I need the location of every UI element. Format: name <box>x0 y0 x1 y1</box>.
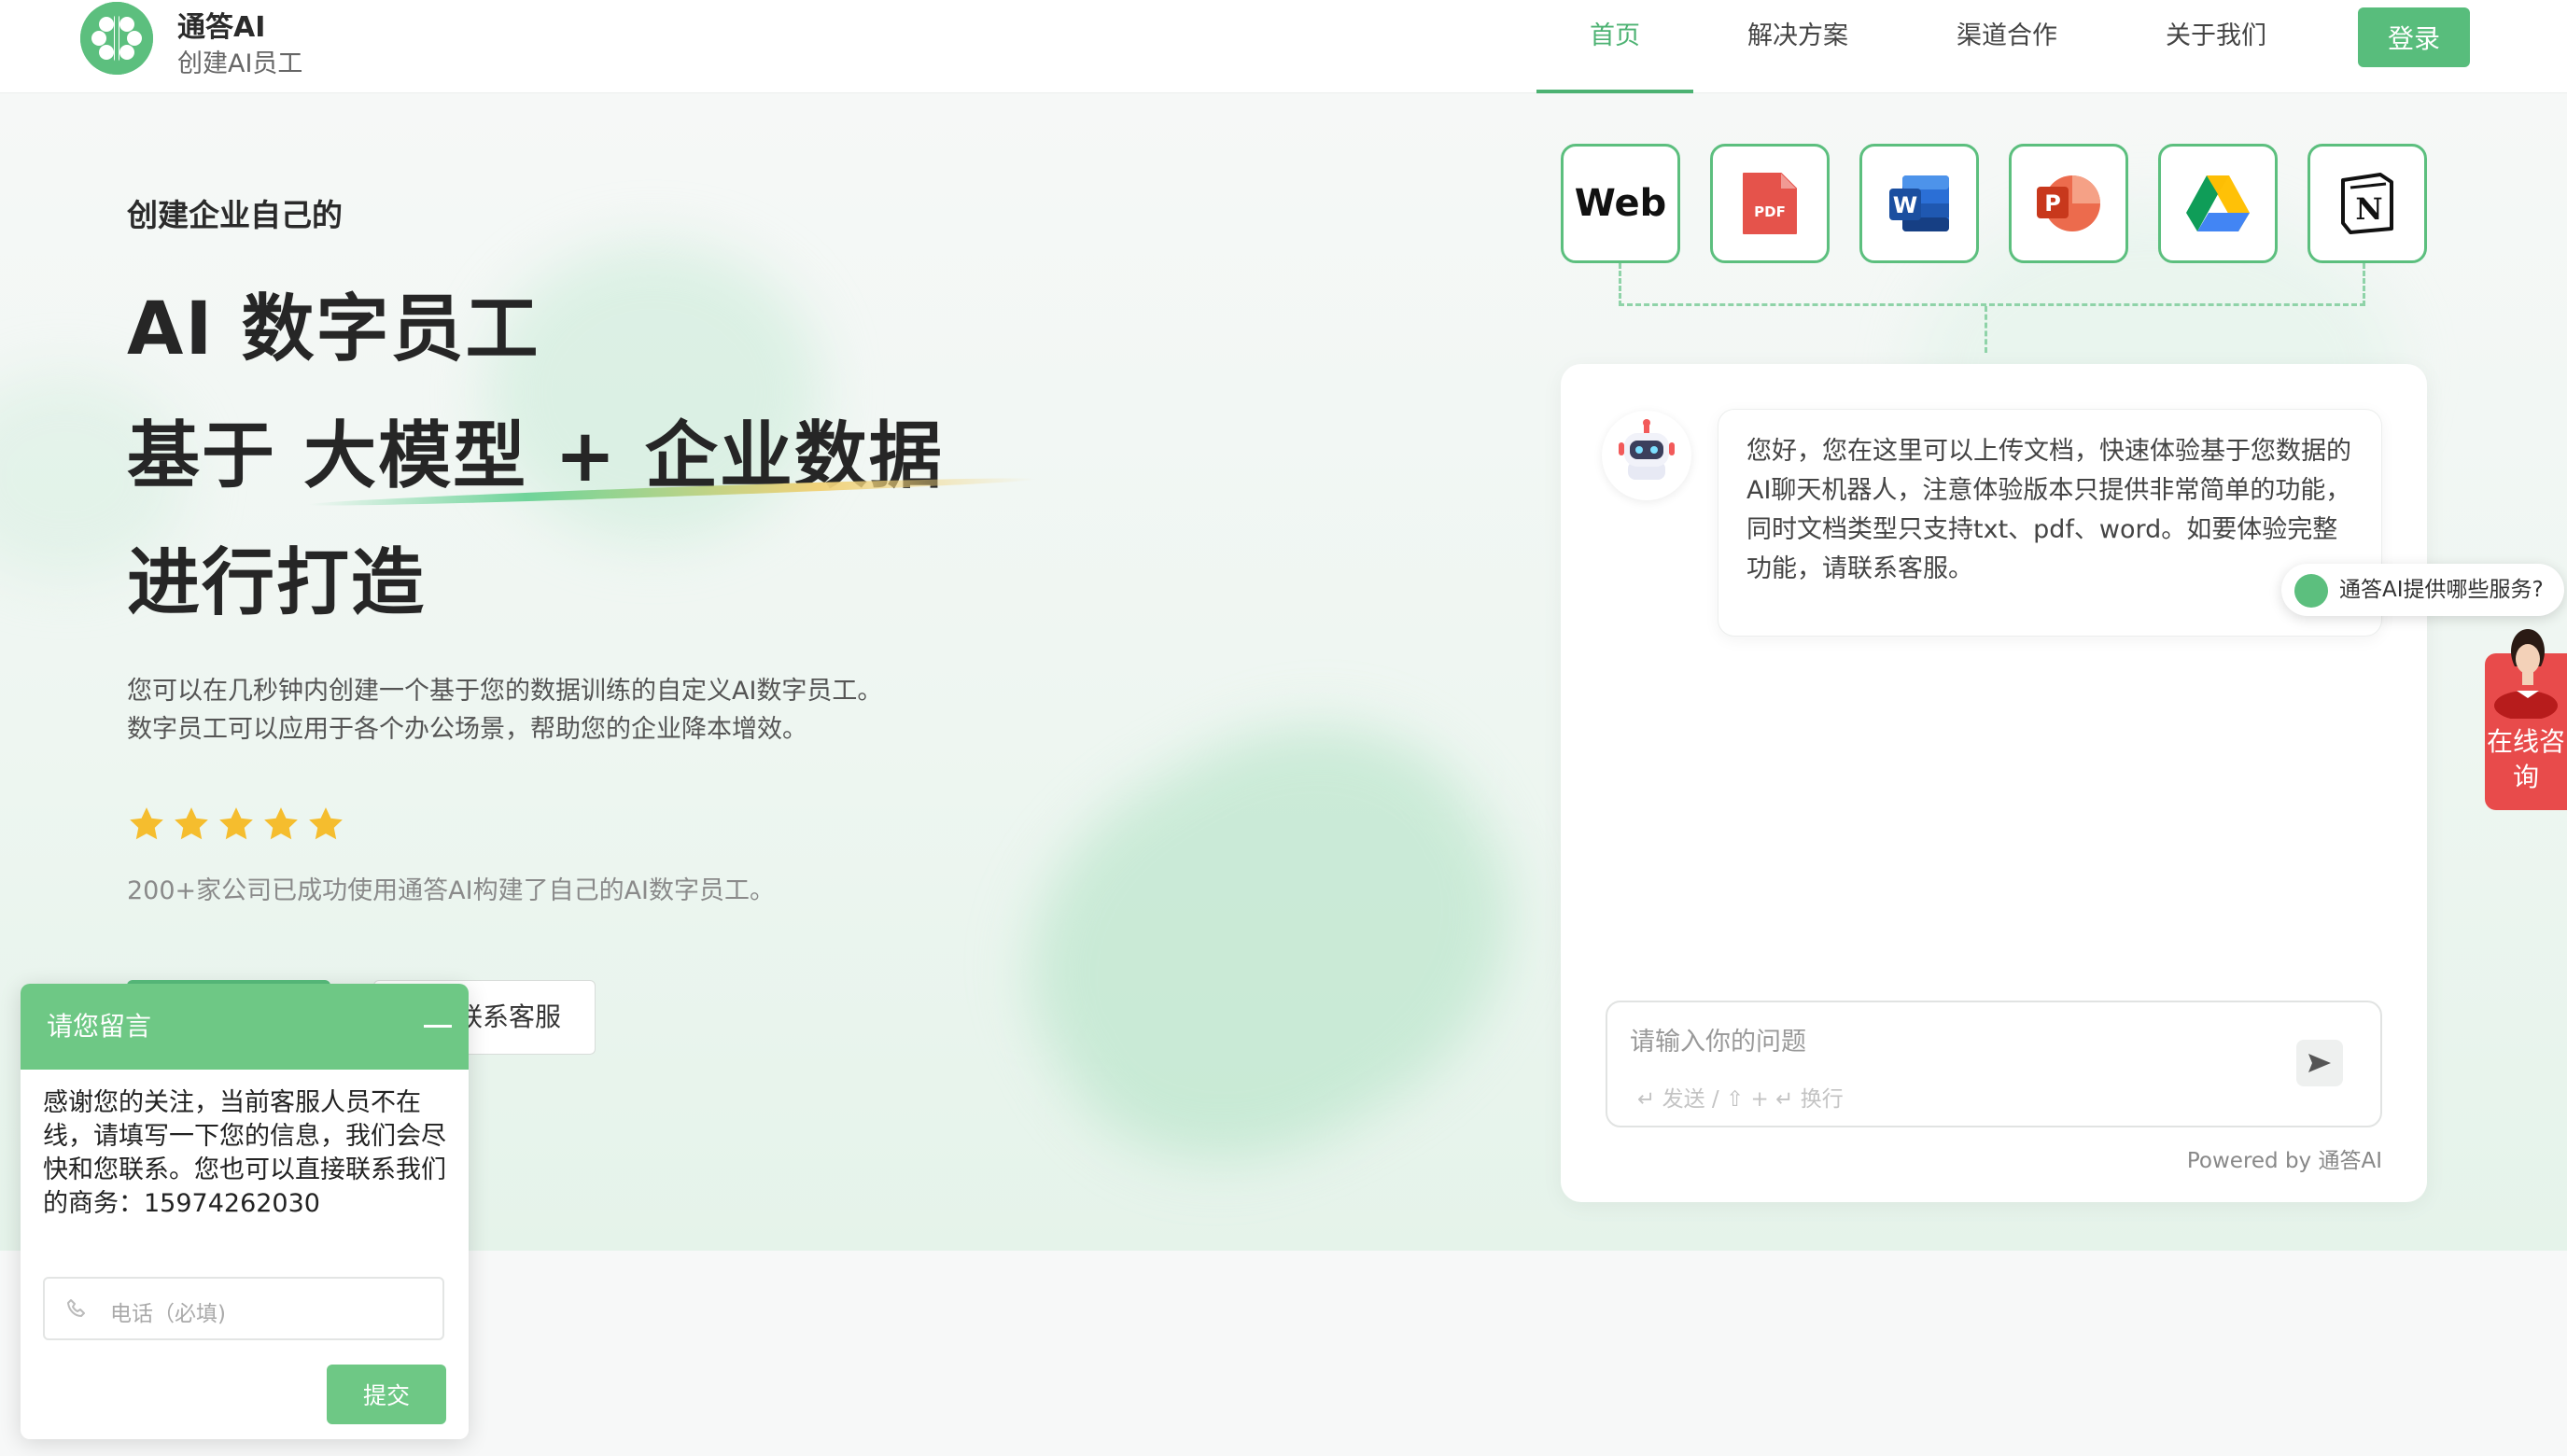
word-icon: W <box>1889 175 1949 231</box>
brand-subtitle: 创建AI员工 <box>177 49 303 78</box>
chat-input-hint: ↵ 发送 / ⇧ + ↵ 换行 <box>1637 1087 1844 1112</box>
star-icon <box>264 807 298 840</box>
powerpoint-icon: P <box>2037 175 2100 231</box>
robot-icon <box>1619 419 1675 480</box>
source-powerpoint[interactable]: P <box>2009 144 2128 263</box>
source-google-drive[interactable] <box>2158 144 2278 263</box>
nav-item-home[interactable]: 首页 <box>1536 0 1693 93</box>
star-icon <box>219 807 253 840</box>
chat-input[interactable]: 请输入你的问题 ↵ 发送 / ⇧ + ↵ 换行 <box>1606 1001 2382 1127</box>
web-icon: Web <box>1574 182 1667 225</box>
source-connector-lines <box>1619 263 2365 306</box>
hero-kicker: 创建企业自己的 <box>127 197 343 233</box>
chat-demo-widget: 您好，您在这里可以上传文档，快速体验基于您数据的AI聊天机器人，注意体验版本只提… <box>1561 364 2427 1202</box>
notion-icon: N <box>2341 173 2393 234</box>
leave-message-title: 请您留言 <box>47 1011 152 1042</box>
phone-input[interactable]: 电话（必填) <box>43 1277 444 1340</box>
decorative-blob <box>961 651 1578 1234</box>
source-web[interactable]: Web <box>1561 144 1680 263</box>
source-pdf[interactable]: PDF <box>1710 144 1830 263</box>
bot-avatar <box>1602 411 1691 500</box>
faq-chip-label: 通答AI提供哪些服务? <box>2339 578 2544 602</box>
minimize-icon[interactable] <box>424 1025 452 1028</box>
brand-name[interactable]: 通答AI <box>177 4 265 45</box>
source-word[interactable]: W <box>1859 144 1979 263</box>
hero-headline-line-1: AI 数字员工 <box>127 287 540 371</box>
social-proof-text: 200+家公司已成功使用通答AI构建了自己的AI数字员工。 <box>127 876 776 905</box>
leave-message-text: 感谢您的关注，当前客服人员不在线，请填写一下您的信息，我们会尽快和您联系。您也可… <box>43 1088 446 1218</box>
send-icon <box>2308 1054 2331 1072</box>
site-header: 通答AI 创建AI员工 首页 解决方案 渠道合作 关于我们 登录 <box>0 0 2567 93</box>
google-drive-icon <box>2186 175 2250 231</box>
source-connector-stem <box>1985 306 1987 353</box>
svg-text:N: N <box>2355 191 2382 227</box>
chat-input-placeholder: 请输入你的问题 <box>1630 1028 1806 1057</box>
login-button[interactable]: 登录 <box>2358 7 2470 67</box>
powered-by: Powered by 通答AI <box>2186 1149 2382 1173</box>
star-icon <box>175 807 208 840</box>
send-button[interactable] <box>2296 1040 2343 1086</box>
bot-message-bubble: 您好，您在这里可以上传文档，快速体验基于您数据的AI聊天机器人，注意体验版本只提… <box>1718 409 2382 637</box>
nav-item-about[interactable]: 关于我们 <box>2111 0 2321 93</box>
hero-headline-line-3: 进行打造 <box>127 541 427 625</box>
rating-stars <box>127 805 345 844</box>
hero-description: 您可以在几秒钟内创建一个基于您的数据训练的自定义AI数字员工。数字员工可以应用于… <box>127 677 883 744</box>
chat-bubble-icon <box>2294 574 2328 608</box>
leave-message-panel: 请您留言 感谢您的关注，当前客服人员不在线，请填写一下您的信息，我们会尽快和您联… <box>21 984 469 1439</box>
brand-logo-icon[interactable] <box>80 2 153 75</box>
faq-chip[interactable]: 通答AI提供哪些服务? <box>2281 564 2564 616</box>
submit-button[interactable]: 提交 <box>327 1365 446 1424</box>
svg-text:W: W <box>1893 192 1917 218</box>
pdf-icon: PDF <box>1743 173 1797 234</box>
phone-input-placeholder: 电话（必填) <box>110 1302 226 1326</box>
source-notion[interactable]: N <box>2307 144 2427 263</box>
support-agent-avatar-icon <box>2494 629 2558 719</box>
leave-message-header: 请您留言 <box>21 984 469 1070</box>
star-icon <box>130 807 163 840</box>
svg-text:PDF: PDF <box>1754 203 1786 220</box>
phone-icon <box>67 1299 85 1317</box>
main-nav: 首页 解决方案 渠道合作 关于我们 <box>1536 0 2321 93</box>
nav-item-solutions[interactable]: 解决方案 <box>1693 0 1902 93</box>
nav-item-channel-partners[interactable]: 渠道合作 <box>1902 0 2111 93</box>
star-icon <box>309 807 343 840</box>
svg-text:P: P <box>2044 190 2061 217</box>
online-consult-label: 在线咨询 <box>2486 726 2565 792</box>
